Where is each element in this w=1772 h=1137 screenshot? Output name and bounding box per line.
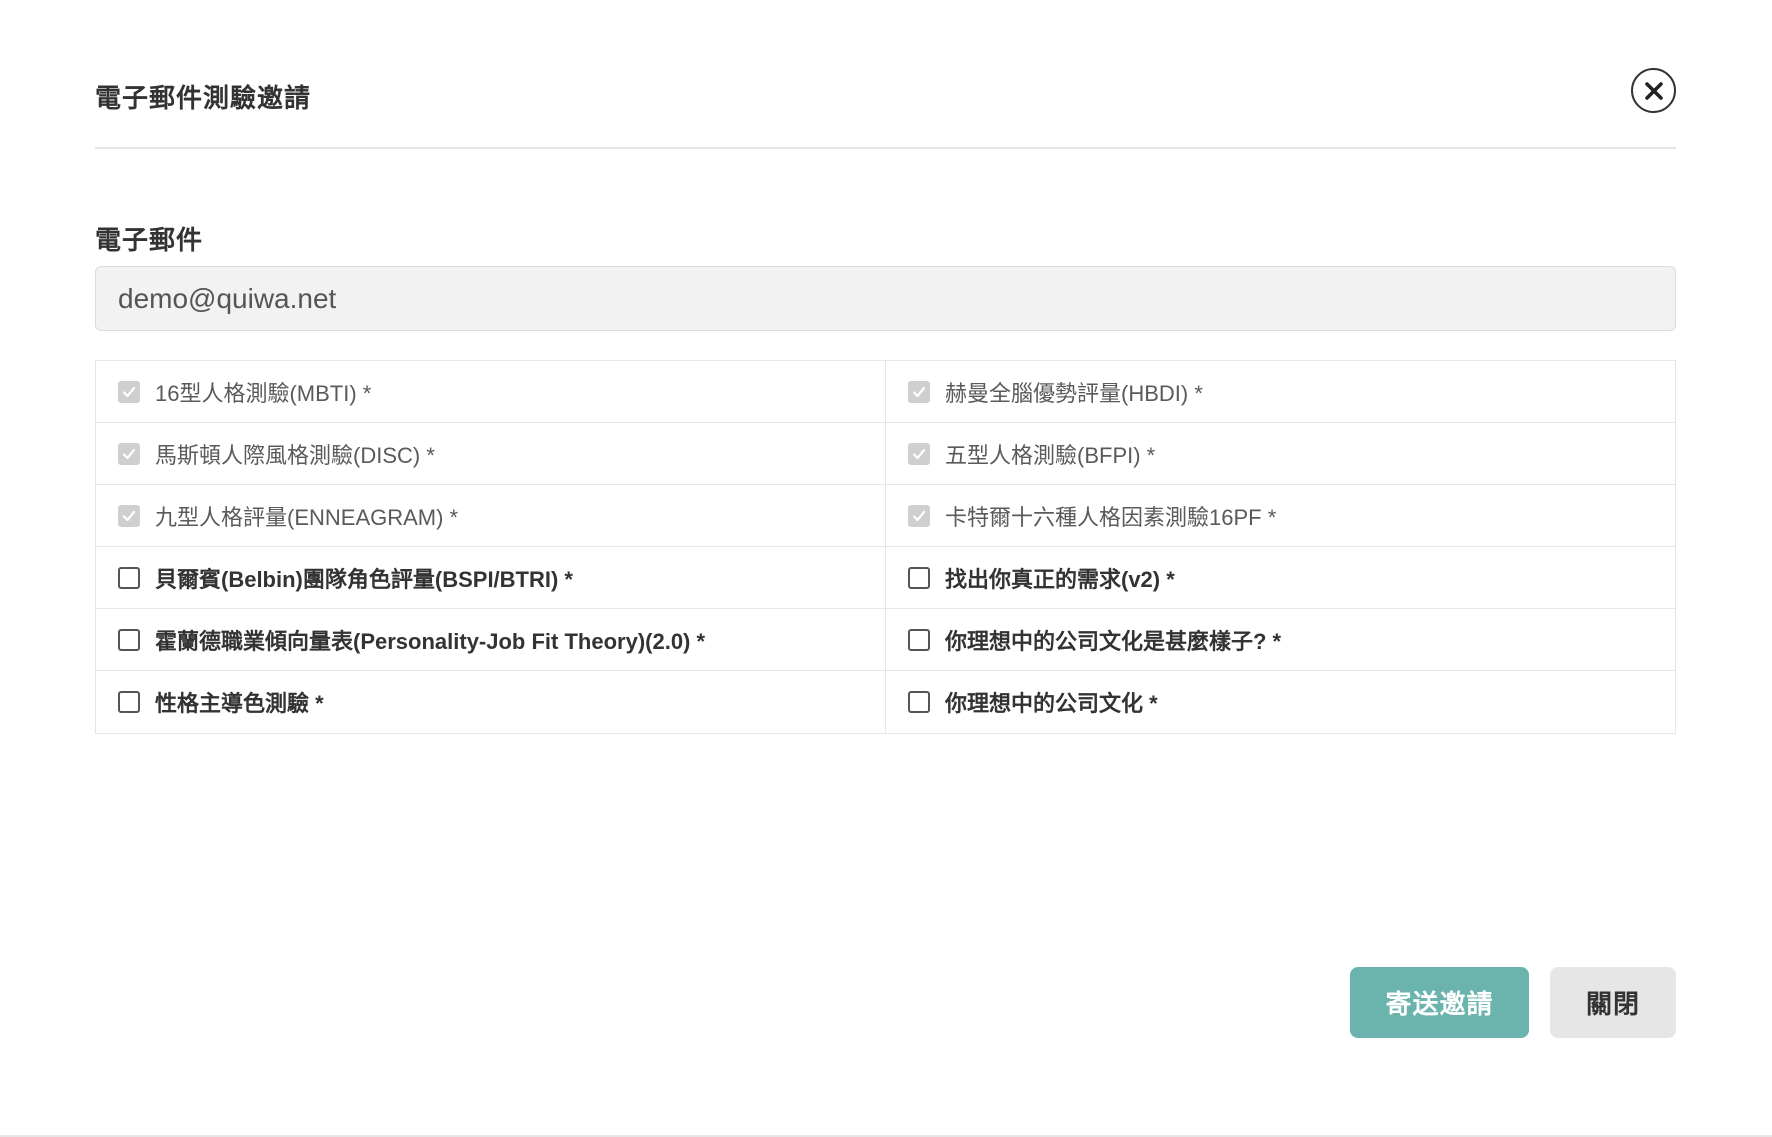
checkbox[interactable] — [118, 504, 140, 527]
test-option-disc[interactable]: 馬斯頓人際風格測驗(DISC) * — [96, 423, 886, 485]
test-option-mbti[interactable]: 16型人格測驗(MBTI) * — [96, 361, 886, 423]
email-field[interactable] — [95, 266, 1676, 331]
test-option-enneagram[interactable]: 九型人格評量(ENNEAGRAM) * — [96, 485, 886, 547]
test-option-holland[interactable]: 霍蘭德職業傾向量表(Personality-Job Fit Theory)(2.… — [96, 609, 886, 671]
test-option-bfpi[interactable]: 五型人格測驗(BFPI) * — [886, 423, 1675, 485]
checkbox[interactable] — [118, 566, 140, 589]
test-option-label: 你理想中的公司文化 * — [945, 691, 1158, 716]
test-option-label: 性格主導色測驗 * — [155, 691, 324, 716]
test-option-label: 貝爾賓(Belbin)團隊角色評量(BSPI/BTRI) * — [155, 566, 573, 592]
checkmark-icon — [122, 510, 136, 521]
test-option-label: 赫曼全腦優勢評量(HBDI) * — [945, 380, 1203, 406]
test-option-hbdi[interactable]: 赫曼全腦優勢評量(HBDI) * — [886, 361, 1675, 423]
checkbox[interactable] — [908, 504, 930, 527]
dialog-title: 電子郵件測驗邀請 — [95, 83, 312, 113]
test-option-company-culture[interactable]: 你理想中的公司文化 * — [886, 671, 1675, 733]
test-checkbox-grid: 16型人格測驗(MBTI) * 赫曼全腦優勢評量(HBDI) * 馬斯頓人際風格… — [95, 360, 1676, 734]
test-option-label: 九型人格評量(ENNEAGRAM) * — [155, 504, 459, 530]
send-invite-button[interactable]: 寄送邀請 — [1350, 967, 1529, 1038]
checkbox[interactable] — [118, 628, 140, 651]
test-option-label: 卡特爾十六種人格因素測驗16PF * — [945, 504, 1277, 530]
dialog-header: 電子郵件測驗邀請 — [95, 60, 1676, 149]
test-option-dominant-color[interactable]: 性格主導色測驗 * — [96, 671, 886, 733]
checkmark-icon — [912, 386, 926, 397]
test-option-16pf[interactable]: 卡特爾十六種人格因素測驗16PF * — [886, 485, 1675, 547]
test-option-label: 16型人格測驗(MBTI) * — [155, 380, 372, 406]
checkmark-icon — [912, 448, 926, 459]
checkbox[interactable] — [908, 380, 930, 403]
email-invite-dialog: 電子郵件測驗邀請 電子郵件 16型人格測驗(MBTI) * 赫曼全腦優勢評量(H… — [0, 0, 1772, 1137]
test-option-label: 馬斯頓人際風格測驗(DISC) * — [155, 442, 435, 468]
test-option-belbin[interactable]: 貝爾賓(Belbin)團隊角色評量(BSPI/BTRI) * — [96, 547, 886, 609]
test-option-label: 找出你真正的需求(v2) * — [945, 566, 1175, 592]
checkbox[interactable] — [118, 380, 140, 403]
test-option-label: 五型人格測驗(BFPI) * — [945, 442, 1156, 468]
checkbox[interactable] — [908, 628, 930, 651]
checkbox[interactable] — [908, 566, 930, 589]
test-option-label: 你理想中的公司文化是甚麼樣子? * — [945, 628, 1282, 654]
checkbox[interactable] — [908, 442, 930, 465]
checkmark-icon — [122, 386, 136, 397]
close-button[interactable] — [1631, 68, 1676, 113]
checkbox[interactable] — [118, 442, 140, 465]
checkbox[interactable] — [908, 691, 930, 713]
checkbox[interactable] — [118, 691, 140, 713]
test-option-label: 霍蘭德職業傾向量表(Personality-Job Fit Theory)(2.… — [155, 628, 706, 654]
close-dialog-button[interactable]: 關閉 — [1550, 967, 1676, 1038]
test-option-company-culture-question[interactable]: 你理想中的公司文化是甚麼樣子? * — [886, 609, 1675, 671]
email-field-label: 電子郵件 — [95, 225, 204, 255]
close-icon — [1644, 81, 1663, 100]
test-option-needs[interactable]: 找出你真正的需求(v2) * — [886, 547, 1675, 609]
checkmark-icon — [122, 448, 136, 459]
checkmark-icon — [912, 510, 926, 521]
